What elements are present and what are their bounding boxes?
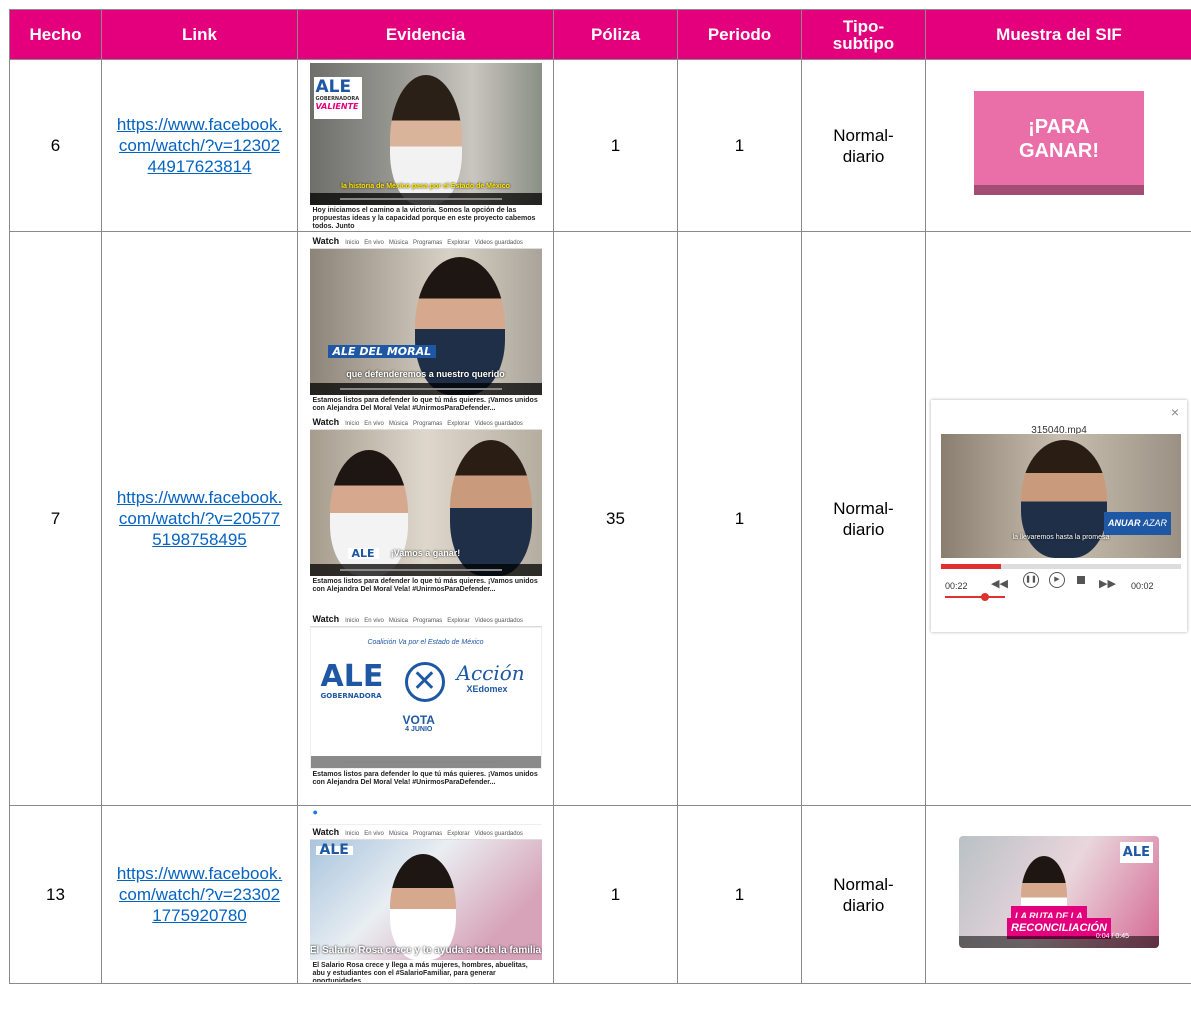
volume-slider-icon[interactable] xyxy=(945,593,1005,601)
sif-progress-bar[interactable] xyxy=(941,564,1001,569)
video-frame: ALE El Salario Rosa crece y te ayuda a t… xyxy=(309,839,542,960)
vota-badge: VOTA 4 JUNIO xyxy=(402,712,435,733)
cell-tipo: Normal-diario xyxy=(801,805,926,984)
header-row: Hecho Link Evidencia Póliza Periodo Tipo… xyxy=(9,9,1191,60)
cell-muestra-sif: 315040.mp4 × ANUAR AZAR la llevaremos ha… xyxy=(925,231,1191,806)
header-evidencia: Evidencia xyxy=(297,9,554,60)
campaign-logo: ALE DEL MORAL xyxy=(327,344,437,358)
pan-logo-icon: ✕ xyxy=(404,661,445,702)
cell-muestra-sif: ¡PARA GANAR! xyxy=(925,59,1191,232)
cell-link: https://www.facebook.com/watch/?v=123024… xyxy=(101,59,298,232)
video-frame: ALE DEL MORAL que defenderemos a nuestro… xyxy=(309,248,542,395)
video-caption: que defenderemos a nuestro querido xyxy=(346,368,505,379)
header-hecho: Hecho xyxy=(9,9,102,60)
pause-icon[interactable]: ❚❚ xyxy=(1023,572,1039,588)
video-controls[interactable] xyxy=(309,563,542,576)
video-caption: la historia de México pasa por el Estado… xyxy=(341,182,510,190)
header-link: Link xyxy=(101,9,298,60)
close-icon[interactable]: × xyxy=(1171,402,1179,423)
evidence-table: Hecho Link Evidencia Póliza Periodo Tipo… xyxy=(9,9,1191,984)
cell-tipo: Normal-diario xyxy=(801,231,926,806)
cell-poliza: 35 xyxy=(553,231,678,806)
rewind-icon[interactable]: ◀◀ xyxy=(991,574,1008,595)
video-controls[interactable] xyxy=(309,382,542,395)
cell-tipo: Normal-diario xyxy=(801,59,926,232)
video-controls[interactable] xyxy=(309,192,542,205)
video-caption: El Salario Rosa crece y te ayuda a toda … xyxy=(309,944,542,956)
evidence-screenshot: Watch Inicio En vivo Música Programas Exp… xyxy=(309,233,542,804)
cell-link: https://www.facebook.com/watch/?v=205775… xyxy=(101,231,298,806)
coalicion-text: Coalición Va por el Estado de México xyxy=(367,638,484,646)
header-poliza: Póliza xyxy=(553,9,678,60)
sif-thumb-controls[interactable] xyxy=(974,185,1144,195)
table-row: 7 https://www.facebook.com/watch/?v=2057… xyxy=(9,231,1191,806)
cell-link: https://www.facebook.com/watch/?v=233021… xyxy=(101,805,298,984)
sif-thumb-text: ¡PARA GANAR! xyxy=(1019,116,1099,162)
cell-poliza: 1 xyxy=(553,805,678,984)
sif-video-thumb[interactable]: ¡PARA GANAR! xyxy=(974,91,1144,195)
table-row: 6 https://www.facebook.com/watch/?v=1230… xyxy=(9,59,1191,232)
post-text: El Salario Rosa crece y llega a más muje… xyxy=(309,959,542,982)
cell-hecho: 13 xyxy=(9,805,102,984)
cell-evidencia: ● Watch Inicio En vivo Música Programas E… xyxy=(297,805,554,984)
campaign-logo: ALE GOBERNADORA VALIENTE xyxy=(313,76,362,119)
facebook-link[interactable]: https://www.facebook.com/watch/?v=233021… xyxy=(115,863,285,926)
cell-hecho: 7 xyxy=(9,231,102,806)
facebook-watch-nav: Watch Inicio En vivo Música Programas Exp… xyxy=(309,612,542,627)
video-frame: ALE GOBERNADORA VALIENTE la historia de … xyxy=(309,62,542,205)
sif-video-player: 315040.mp4 × ANUAR AZAR la llevaremos ha… xyxy=(931,400,1187,632)
evidence-screenshot: ALE GOBERNADORA VALIENTE la historia de … xyxy=(309,62,542,229)
sif-progress-track[interactable] xyxy=(1001,564,1181,569)
sif-video-frame: ANUAR AZAR la llevaremos hasta la promes… xyxy=(941,434,1181,558)
cell-evidencia: ALE GOBERNADORA VALIENTE la historia de … xyxy=(297,59,554,232)
facebook-watch-nav: Watch Inicio En vivo Música Programas Exp… xyxy=(309,825,542,840)
header-tipo-subtipo: Tipo-subtipo xyxy=(801,9,926,60)
campaign-logo: ALE xyxy=(315,843,353,857)
accion-logo: Acción XEdomex xyxy=(456,660,525,694)
sif-subtitle: la llevaremos hasta la promesa xyxy=(1012,534,1110,541)
ale-logo: ALE GOBERNADORA xyxy=(320,658,384,700)
sif-thumb-controls[interactable] xyxy=(959,936,1159,948)
video-frame: ALE ¡Vamos a ganar! xyxy=(309,429,542,576)
sif-time-end: 00:02 xyxy=(1131,581,1154,591)
forward-icon[interactable]: ▶▶ xyxy=(1099,574,1116,595)
stop-icon[interactable] xyxy=(1077,576,1085,584)
sif-time: 0:04 / 0:45 xyxy=(1095,933,1129,940)
header-periodo: Periodo xyxy=(677,9,802,60)
play-icon[interactable]: ▶ xyxy=(1049,572,1065,588)
evidence-screenshot: ● Watch Inicio En vivo Música Programas E… xyxy=(309,807,542,982)
campaign-logo: ALE xyxy=(1119,842,1153,863)
video-caption: ¡Vamos a ganar! xyxy=(390,547,461,558)
header-muestra-sif: Muestra del SIF xyxy=(925,9,1191,60)
facebook-watch-nav: Watch Inicio En vivo Música Programas Exp… xyxy=(309,415,542,430)
cell-periodo: 1 xyxy=(677,805,802,984)
facebook-top-bar: ● xyxy=(309,808,542,825)
cell-muestra-sif: ALE LA RUTA DE LA RECONCILIACIÓN 0:04 / … xyxy=(925,805,1191,984)
post-text: Hoy iniciamos el camino a la victoria. S… xyxy=(309,204,542,229)
sif-time-start: 00:22 xyxy=(945,581,968,591)
post-text: Estamos listos para defender lo que tú m… xyxy=(309,394,542,415)
cell-periodo: 1 xyxy=(677,231,802,806)
video-frame: Coalición Va por el Estado de México ALE… xyxy=(309,626,542,769)
cell-poliza: 1 xyxy=(553,59,678,232)
cell-hecho: 6 xyxy=(9,59,102,232)
table-row: 13 https://www.facebook.com/watch/?v=233… xyxy=(9,805,1191,984)
post-text: Estamos listos para defender lo que tú m… xyxy=(309,575,542,596)
facebook-link[interactable]: https://www.facebook.com/watch/?v=123024… xyxy=(115,114,285,177)
post-text: Estamos listos para defender lo que tú m… xyxy=(309,768,542,789)
sif-video-thumb[interactable]: ALE LA RUTA DE LA RECONCILIACIÓN 0:04 / … xyxy=(959,836,1159,948)
cell-periodo: 1 xyxy=(677,59,802,232)
video-controls[interactable] xyxy=(310,755,541,768)
cell-evidencia: Watch Inicio En vivo Música Programas Exp… xyxy=(297,231,554,806)
facebook-watch-nav: Watch Inicio En vivo Música Programas Exp… xyxy=(309,234,542,249)
facebook-link[interactable]: https://www.facebook.com/watch/?v=205775… xyxy=(115,487,285,550)
